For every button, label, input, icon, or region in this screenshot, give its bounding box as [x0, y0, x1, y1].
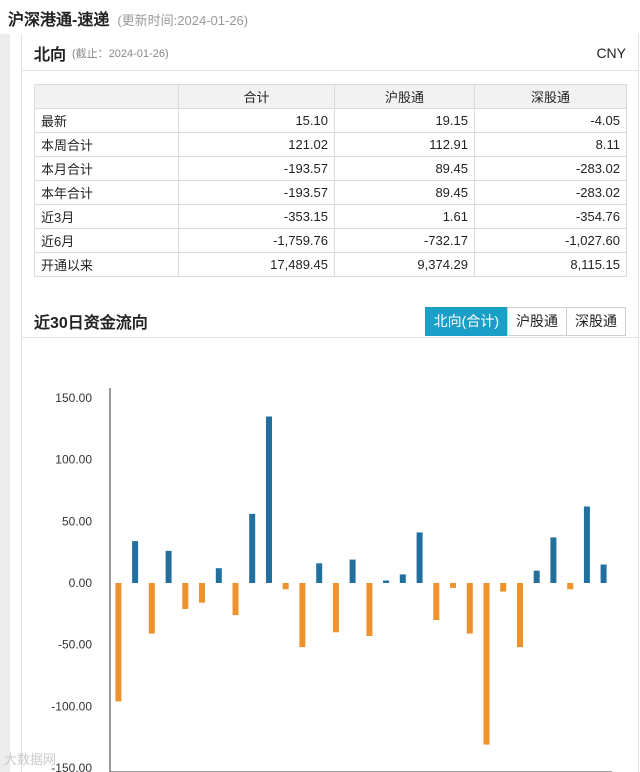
- chart-bar: [483, 583, 490, 745]
- y-tick-label: 150.00: [55, 391, 92, 405]
- tab-northbound-total[interactable]: 北向(合计): [424, 306, 508, 336]
- y-tick-label: 50.00: [62, 514, 92, 528]
- chart-bar: [399, 574, 406, 583]
- left-side-bar: [0, 34, 10, 772]
- chart-bar: [182, 583, 189, 609]
- chart-bar: [299, 583, 306, 648]
- column-header: 深股通: [474, 84, 627, 109]
- cell-total: -193.57: [178, 156, 335, 181]
- table-header-row: 合计 沪股通 深股通: [34, 84, 627, 109]
- cell-shenzhen: -4.05: [474, 108, 627, 133]
- cell-shanghai: 89.45: [334, 156, 475, 181]
- cell-shanghai: 19.15: [334, 108, 475, 133]
- update-time: (更新时间:2024-01-26): [117, 13, 249, 28]
- y-tick-label: 100.00: [55, 453, 92, 467]
- chart-bar: [583, 506, 590, 583]
- tab-shanghai-connect[interactable]: 沪股通: [507, 306, 567, 336]
- y-tick-label: -100.00: [51, 699, 92, 713]
- chart-bar: [500, 583, 507, 592]
- chart-bar: [115, 583, 122, 702]
- chart-bar: [450, 583, 456, 588]
- cell-shenzhen: -354.76: [474, 204, 627, 229]
- column-header: 沪股通: [334, 84, 475, 109]
- chart-bar: [249, 513, 256, 583]
- chart-bar: [132, 541, 139, 583]
- divider: [22, 70, 638, 71]
- table-row: 最新 15.10 19.15 -4.05: [34, 108, 627, 133]
- section-header: 北向 (截止：2024-01-26) CNY: [34, 42, 626, 64]
- column-header: [34, 84, 179, 109]
- chart-header: 近30日资金流向 北向(合计) 沪股通 深股通: [34, 306, 626, 336]
- chart-bar: [517, 583, 523, 648]
- northbound-card: 北向 (截止：2024-01-26) CNY 合计 沪股通 深股通 最新 15.1…: [21, 34, 639, 772]
- table-row: 近6月 -1,759.76 -732.17 -1,027.60: [34, 228, 627, 253]
- fund-flow-bar-chart: 150.00 100.00 50.00 0.00 -50.00 -100.00 -150.0…: [51, 388, 612, 772]
- cell-total: -1,759.76: [178, 228, 335, 253]
- cell-shenzhen: -1,027.60: [474, 228, 627, 253]
- chart-bar: [282, 583, 289, 590]
- table-row: 近3月 -353.15 1.61 -354.76: [34, 204, 627, 229]
- cell-shenzhen: 8.11: [474, 132, 627, 157]
- cell-shanghai: -732.17: [334, 228, 475, 253]
- tab-shenzhen-connect[interactable]: 深股通: [566, 306, 626, 336]
- row-label: 近3月: [34, 204, 179, 229]
- cell-total: -353.15: [178, 204, 335, 229]
- cell-shanghai: 89.45: [334, 180, 475, 205]
- watermark: 大数据网: [4, 752, 57, 767]
- chart-title: 近30日资金流向: [34, 315, 148, 332]
- cell-total: 17,489.45: [178, 252, 335, 277]
- chart-bar: [366, 583, 373, 636]
- cell-shenzhen: -283.02: [474, 180, 627, 205]
- chart-bar: [416, 532, 423, 583]
- y-tick-label: 0.00: [69, 576, 93, 590]
- y-tick-label: -150.00: [51, 761, 92, 772]
- chart-bar: [199, 583, 205, 603]
- table-row: 本年合计 -193.57 89.45 -283.02: [34, 180, 627, 205]
- chart-bar: [148, 583, 155, 634]
- chart-bar: [433, 583, 440, 620]
- chart-bar: [383, 580, 390, 583]
- cell-shanghai: 9,374.29: [334, 252, 475, 277]
- row-label: 最新: [34, 108, 179, 133]
- chart-bar: [466, 583, 473, 634]
- cell-total: -193.57: [178, 180, 335, 205]
- row-label: 本年合计: [34, 180, 179, 205]
- currency-label: CNY: [596, 45, 626, 61]
- row-label: 开通以来: [34, 252, 179, 277]
- chart-bar: [232, 583, 239, 616]
- row-label: 近6月: [34, 228, 179, 253]
- chart-bar: [567, 583, 574, 590]
- row-label: 本周合计: [34, 132, 179, 157]
- chart-bar: [332, 583, 339, 633]
- row-label: 本月合计: [34, 156, 179, 181]
- page-title: 沪深港通-速递: [8, 12, 110, 29]
- column-header: 合计: [178, 84, 335, 109]
- cell-shenzhen: 8,115.15: [474, 252, 627, 277]
- cell-shenzhen: -283.02: [474, 156, 627, 181]
- cell-total: 15.10: [178, 108, 335, 133]
- cutoff-date: (截止：2024-01-26): [72, 48, 169, 60]
- cell-shanghai: 112.91: [334, 132, 475, 157]
- y-tick-label: -50.00: [58, 638, 92, 652]
- cell-total: 121.02: [178, 132, 335, 157]
- chart-bar: [600, 564, 607, 583]
- table-row: 开通以来 17,489.45 9,374.29 8,115.15: [34, 252, 627, 277]
- chart-tabs: 北向(合计) 沪股通 深股通: [424, 306, 626, 336]
- chart-bar: [266, 416, 272, 583]
- table-row: 本周合计 121.02 112.91 8.11: [34, 132, 627, 157]
- chart-bar: [215, 568, 222, 583]
- chart-bar: [550, 537, 557, 583]
- cell-shanghai: 1.61: [334, 204, 475, 229]
- chart-bar: [316, 563, 323, 583]
- chart-bar: [349, 559, 356, 583]
- table-row: 本月合计 -193.57 89.45 -283.02: [34, 156, 627, 181]
- chart-bar: [533, 570, 540, 583]
- flow-summary-table: 合计 沪股通 深股通 最新 15.10 19.15 -4.05 本周合计 121.02 11…: [34, 84, 627, 277]
- page-header: 沪深港通-速递 (更新时间:2024-01-26): [8, 6, 249, 29]
- section-title: 北向: [34, 47, 67, 64]
- chart-bar: [165, 550, 172, 583]
